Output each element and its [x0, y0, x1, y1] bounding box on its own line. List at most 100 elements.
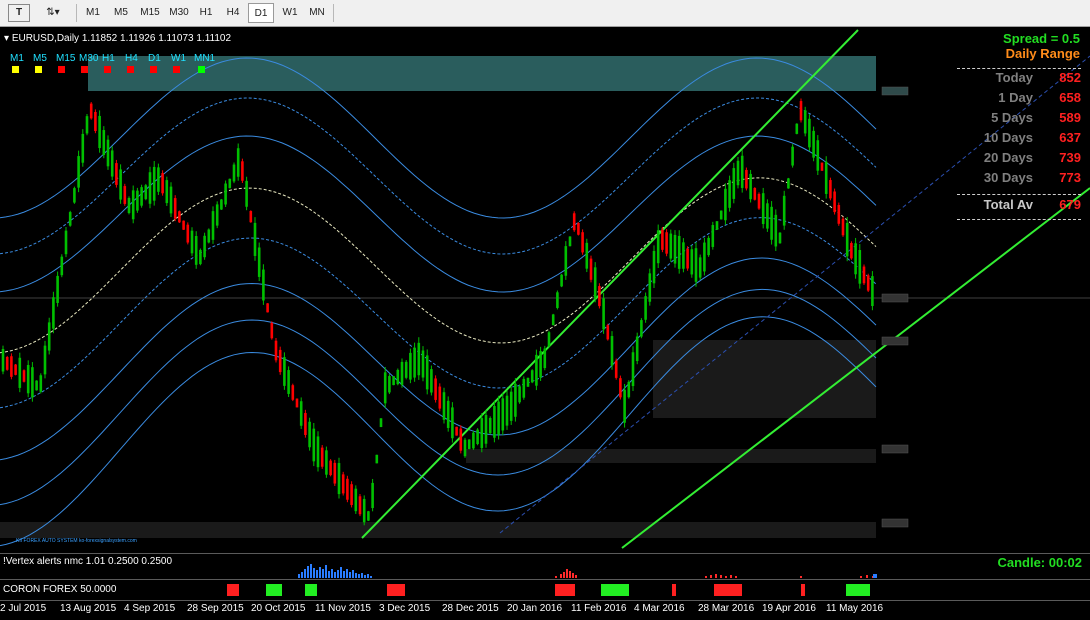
price-candle-body — [488, 418, 492, 434]
daily-range-label: 30 Days — [983, 170, 1033, 185]
spread-readout: Spread = 0.5 — [1003, 31, 1080, 46]
coron-indicator-pane[interactable]: CORON FOREX 50.0000 — [0, 579, 1090, 600]
timeframe-m30-button[interactable]: M30 — [165, 3, 193, 23]
envelope-band-line — [0, 97, 877, 255]
price-candle-body — [333, 462, 337, 484]
price-candle-body — [295, 398, 299, 408]
arrows-tool-icon[interactable]: ⇅▾ — [38, 3, 68, 23]
price-candle-body — [165, 180, 169, 204]
price-chart[interactable]: ▾ EURUSD,Daily 1.11852 1.11926 1.11073 1… — [0, 28, 1090, 552]
vertex-histogram-bar — [575, 575, 577, 578]
timeframe-m5-button[interactable]: M5 — [108, 3, 134, 23]
x-tick-label: 2 Jul 2015 — [0, 603, 47, 614]
mtf-label-w1: W1 — [171, 53, 186, 64]
price-candle-body — [749, 173, 752, 200]
price-candle-body — [85, 116, 89, 134]
price-candle-body — [337, 463, 341, 495]
mtf-signal-h1 — [104, 66, 111, 73]
vertex-histogram-bar — [355, 573, 357, 578]
timeframe-m15-button[interactable]: M15 — [136, 3, 164, 23]
price-candle-body — [304, 413, 307, 435]
daily-range-label: 20 Days — [983, 150, 1033, 165]
vertex-histogram-bar — [298, 574, 300, 578]
symbol-info: ▾ EURUSD,Daily 1.11852 1.11926 1.11073 1… — [4, 33, 231, 44]
vertex-indicator-pane[interactable]: !Vertex alerts nmc 1.01 0.2500 0.2500 Ca… — [0, 553, 1090, 579]
daily-range-row: 20 Days 739 — [957, 150, 1083, 168]
price-candle-body — [245, 180, 248, 207]
price-candle-body — [455, 426, 458, 436]
price-candle-body — [644, 296, 647, 320]
price-marker — [881, 293, 909, 303]
timeframe-w1-button[interactable]: W1 — [277, 3, 303, 23]
price-candle-body — [371, 482, 374, 509]
price-candle-body — [106, 139, 110, 167]
price-candle-body — [341, 474, 345, 494]
price-candle-body — [766, 203, 769, 229]
vertex-histogram-bar — [304, 569, 306, 578]
x-tick-label: 3 Dec 2015 — [379, 603, 431, 614]
price-candle-body — [14, 364, 17, 375]
price-candle-body — [52, 297, 55, 329]
price-chart-canvas[interactable] — [0, 28, 1090, 552]
price-candle-body — [686, 248, 689, 269]
mtf-signal-h4 — [127, 66, 134, 73]
price-candle-body — [228, 178, 232, 189]
vertex-histogram-bar — [563, 572, 565, 578]
price-candle-body — [505, 395, 509, 426]
coron-signal-strip — [227, 584, 870, 596]
price-candle-body — [299, 401, 303, 426]
daily-range-value: 637 — [1059, 130, 1081, 145]
price-candle-body — [102, 130, 106, 155]
price-candle-body — [829, 180, 832, 199]
price-candle-body — [799, 101, 803, 121]
support-zone-1 — [466, 449, 876, 463]
price-candle-body — [539, 351, 542, 378]
price-candle-body — [388, 376, 391, 393]
price-candle-body — [375, 454, 379, 464]
vertex-histogram-bar — [370, 576, 372, 578]
timeframe-h1-button[interactable]: H1 — [193, 3, 219, 23]
price-candle-body — [551, 314, 555, 326]
vertex-histogram-bar — [860, 576, 862, 578]
price-marker — [881, 86, 909, 96]
timeframe-d1-button[interactable]: D1 — [248, 3, 274, 23]
price-candle-body — [543, 348, 547, 369]
mtf-signal-m30 — [81, 66, 88, 73]
x-tick-label: 11 Nov 2015 — [315, 603, 371, 614]
price-candle-body — [761, 193, 765, 225]
mtf-signal-w1 — [173, 66, 180, 73]
symbol-dropdown-icon[interactable]: ▾ — [4, 33, 12, 44]
price-candle-body — [787, 178, 790, 189]
candle-timer: Candle: 00:02 — [997, 555, 1082, 570]
price-candle-body — [535, 354, 538, 386]
price-candle-body — [463, 439, 467, 457]
price-candle-body — [379, 418, 383, 428]
timeframe-h4-button[interactable]: H4 — [220, 3, 246, 23]
price-candle-body — [68, 212, 72, 226]
daily-range-total-row: Total Av 679 — [957, 197, 1083, 215]
price-candle-body — [136, 190, 139, 211]
timeframe-m1-button[interactable]: M1 — [80, 3, 106, 23]
daily-range-total-label: Total Av — [983, 197, 1033, 212]
price-candle-body — [316, 436, 320, 468]
price-candle-body — [472, 432, 475, 449]
price-candle-body — [152, 166, 156, 201]
price-candle-body — [619, 378, 622, 398]
price-candle-body — [119, 169, 122, 200]
vertex-histogram-bar — [705, 576, 707, 578]
price-candle-body — [711, 225, 715, 247]
text-label-tool-icon[interactable]: T — [8, 4, 30, 22]
price-candle-body — [665, 232, 668, 254]
price-candle-body — [661, 229, 664, 250]
vertex-histogram-bar — [325, 565, 327, 578]
price-candle-body — [614, 360, 618, 378]
daily-range-value: 739 — [1059, 150, 1081, 165]
price-candle-body — [144, 185, 148, 200]
mtf-signal-d1 — [150, 66, 157, 73]
mtf-signal-mn1 — [198, 66, 205, 73]
vertex-histogram-bar — [352, 570, 354, 578]
price-candle-body — [148, 172, 152, 204]
timeframe-mn-button[interactable]: MN — [304, 3, 330, 23]
price-candle-body — [1, 348, 5, 372]
symbol-text: EURUSD,Daily 1.11852 1.11926 1.11073 1.1… — [11, 33, 232, 44]
